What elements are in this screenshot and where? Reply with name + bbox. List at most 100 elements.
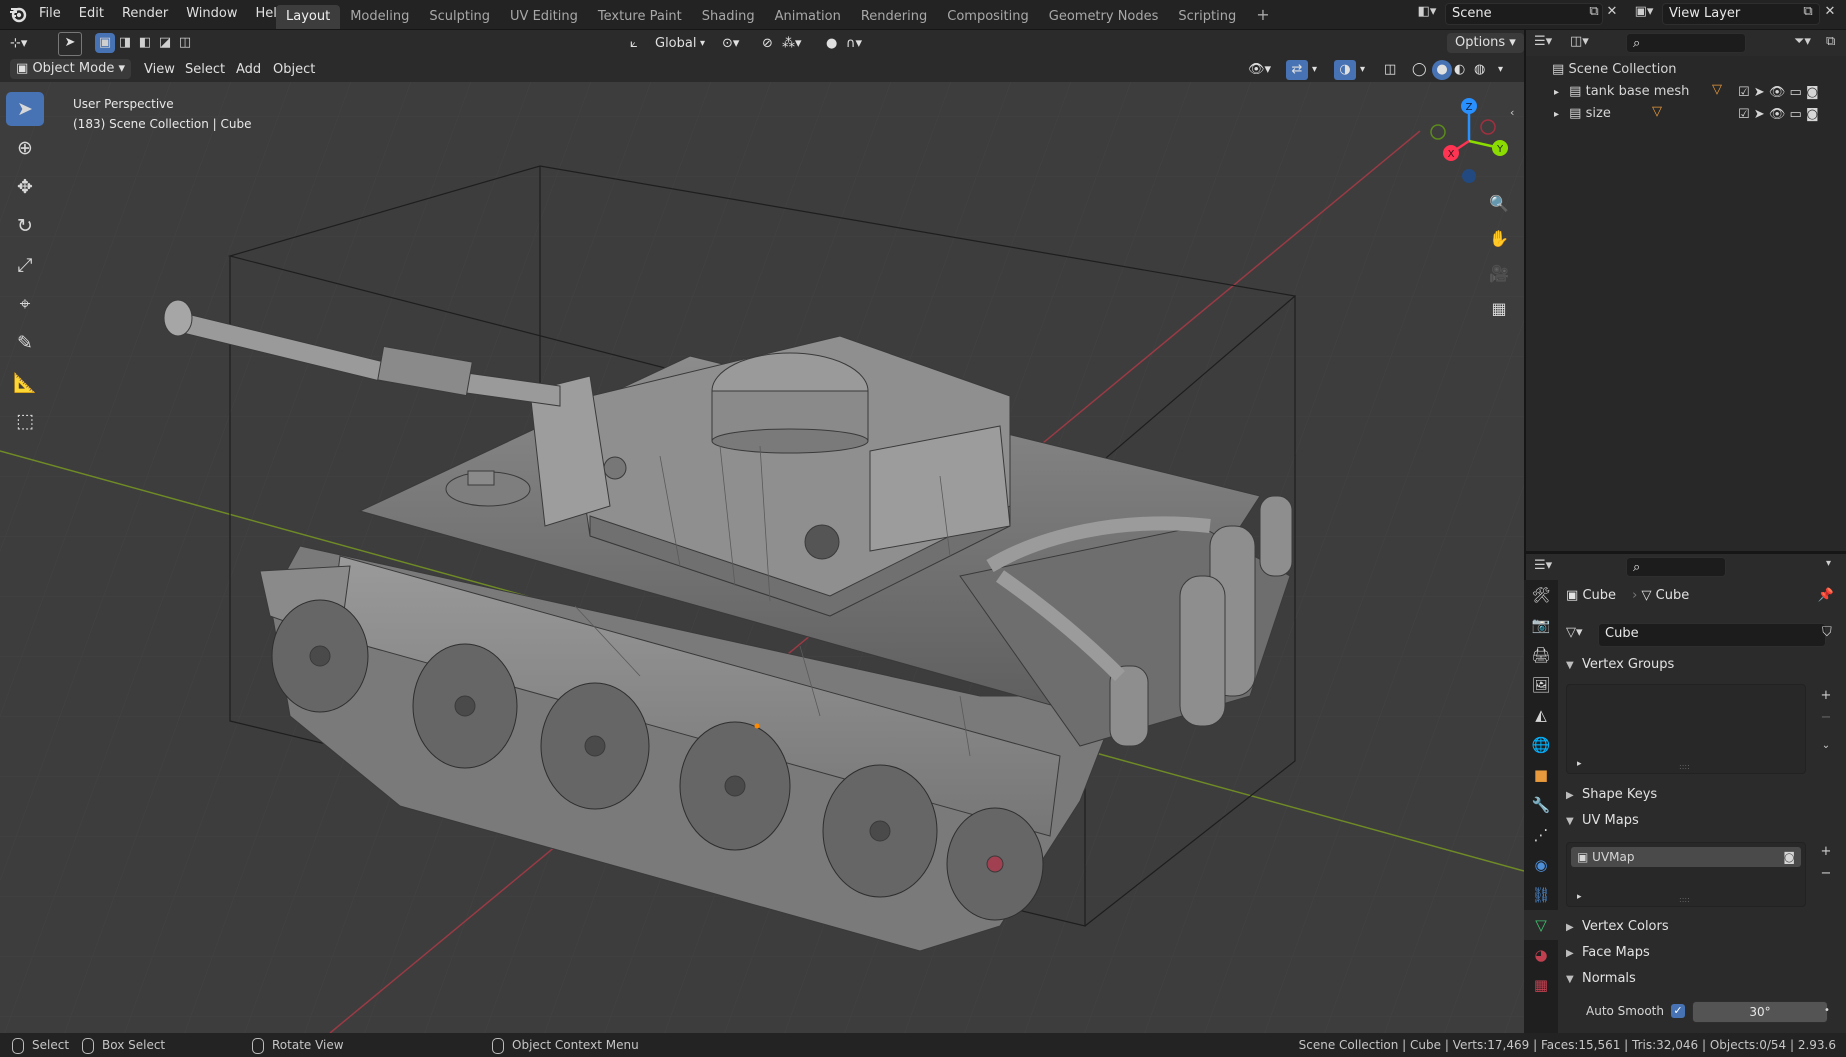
section-normals[interactable]: ▼ Normals [1566, 967, 1838, 992]
view-layer-selector[interactable]: View Layer [1662, 3, 1820, 25]
vertex-groups-list[interactable]: ▸ :::: [1566, 684, 1806, 774]
camera-view-icon[interactable]: 🎥 [1484, 258, 1514, 288]
fake-user-shield-icon[interactable]: ⛉ [1822, 625, 1832, 640]
texture-tab-icon[interactable]: ▦ [1524, 970, 1558, 1000]
measure-tool-icon[interactable]: 📐 [6, 365, 44, 399]
menu-render[interactable]: Render [113, 0, 177, 28]
menu-select[interactable]: Select [185, 60, 225, 80]
editor-type-icon[interactable]: ⊹▾ [10, 34, 27, 54]
display-mode-icon[interactable]: ◫▾ [1570, 34, 1589, 49]
select-invert-icon[interactable]: ◪ [155, 33, 175, 53]
auto-smooth-angle-field[interactable]: 30° [1692, 1001, 1828, 1023]
snap-target-icon[interactable]: ⁂▾ [782, 34, 802, 54]
delete-scene-icon[interactable]: ✕ [1604, 4, 1620, 19]
add-cube-tool-icon[interactable]: ⬚ [6, 404, 44, 438]
select-extend-icon[interactable]: ◨ [115, 33, 135, 53]
modifier-tab-icon[interactable]: 🔧 [1524, 790, 1558, 820]
scene-selector[interactable]: Scene [1445, 3, 1603, 25]
active-tool-icon[interactable]: ➤ [58, 32, 82, 56]
mesh-data-browse-icon[interactable]: ▽▾ [1566, 625, 1583, 640]
options-dropdown[interactable]: Options ▾ [1447, 33, 1524, 53]
tab-layout[interactable]: Layout [276, 5, 341, 29]
section-uv-maps[interactable]: ▼ UV Maps [1566, 809, 1838, 834]
visibility-icon[interactable]: 👁▾ [1248, 60, 1271, 80]
shading-dropdown-icon[interactable]: ▾ [1498, 60, 1503, 80]
material-tab-icon[interactable]: ◕ [1524, 940, 1558, 970]
output-tab-icon[interactable]: 🖨 [1524, 640, 1558, 670]
expand-arrow-icon[interactable]: ▸ [1554, 109, 1559, 120]
new-view-layer-icon[interactable]: ⧉ [1800, 4, 1816, 19]
pan-hand-icon[interactable]: ✋ [1484, 223, 1514, 253]
tab-modeling[interactable]: Modeling [340, 5, 419, 29]
tab-geometry-nodes[interactable]: Geometry Nodes [1039, 5, 1169, 29]
proportional-falloff-icon[interactable]: ∩▾ [846, 34, 862, 54]
sidebar-toggle-icon[interactable]: ‹ [1510, 106, 1514, 119]
mode-dropdown[interactable]: ▣ Object Mode ▾ [10, 59, 132, 79]
scene-icon[interactable]: ◧▾ [1413, 4, 1441, 24]
zoom-icon[interactable]: 🔍 [1484, 188, 1514, 218]
transform-orientation-icon[interactable]: ⟀ [630, 34, 638, 54]
active-render-camera-icon[interactable]: ◙ [1783, 847, 1795, 867]
view-layer-icon[interactable]: ▣▾ [1630, 4, 1658, 19]
solid-shading-icon[interactable]: ● [1432, 60, 1452, 80]
wireframe-shading-icon[interactable]: ◯ [1412, 60, 1427, 80]
cursor-tool-icon[interactable]: ⊕ [6, 131, 44, 165]
gizmo-dropdown-icon[interactable]: ▾ [1312, 60, 1317, 80]
section-vertex-groups[interactable]: ▼ Vertex Groups [1566, 653, 1838, 678]
menu-view[interactable]: View [144, 60, 175, 80]
menu-add[interactable]: Add [236, 60, 261, 80]
list-expand-icon[interactable]: ▸ [1577, 759, 1582, 769]
tab-uv-editing[interactable]: UV Editing [500, 5, 588, 29]
tab-sculpting[interactable]: Sculpting [419, 5, 500, 29]
select-new-icon[interactable]: ▣ [95, 33, 115, 53]
render-tab-icon[interactable]: 📷 [1524, 610, 1558, 640]
outliner-editor-type-icon[interactable]: ☰▾ [1534, 34, 1552, 49]
overlays-toggle-icon[interactable]: ◑ [1334, 60, 1356, 80]
3d-viewport[interactable]: User Perspective (183) Scene Collection … [0, 56, 1524, 1033]
world-tab-icon[interactable]: 🌐 [1524, 730, 1558, 760]
transform-tool-icon[interactable]: ⌖ [6, 287, 44, 321]
snap-toggle-icon[interactable]: ⊘ [762, 34, 773, 54]
delete-view-layer-icon[interactable]: ✕ [1822, 4, 1838, 19]
new-collection-icon[interactable]: ⧉ [1826, 34, 1835, 49]
exclude-checkbox[interactable]: ☑ [1738, 107, 1750, 122]
camera-icon[interactable]: ◙ [1806, 85, 1819, 100]
add-workspace-button[interactable]: + [1246, 3, 1279, 27]
section-vertex-colors[interactable]: ▶ Vertex Colors [1566, 915, 1838, 940]
rendered-shading-icon[interactable]: ◍ [1474, 60, 1485, 80]
navigation-gizmo[interactable]: Z Y X [1424, 96, 1514, 186]
tab-animation[interactable]: Animation [765, 5, 851, 29]
xray-toggle-icon[interactable]: ◫ [1384, 60, 1396, 80]
blender-logo-icon[interactable] [8, 4, 28, 24]
rotate-tool-icon[interactable]: ↻ [6, 209, 44, 243]
tab-compositing[interactable]: Compositing [937, 5, 1039, 29]
select-arrow-icon[interactable]: ➤ [1754, 85, 1765, 100]
remove-vertex-group-button[interactable]: − [1816, 710, 1836, 725]
section-shape-keys[interactable]: ▶ Shape Keys [1566, 783, 1838, 808]
section-face-maps[interactable]: ▶ Face Maps [1566, 941, 1838, 966]
eye-icon[interactable]: 👁 [1769, 85, 1786, 100]
ortho-grid-icon[interactable]: ▦ [1484, 293, 1514, 323]
list-expand-icon[interactable]: ▸ [1577, 892, 1582, 902]
mesh-data-tab-icon[interactable]: ▽ [1524, 910, 1558, 940]
material-shading-icon[interactable]: ◐ [1454, 60, 1465, 80]
list-resize-grip-icon[interactable]: :::: [1679, 895, 1690, 904]
tab-shading[interactable]: Shading [692, 5, 765, 29]
select-box-tool-icon[interactable]: ➤ [6, 92, 44, 126]
outliner-row-scene-collection[interactable]: ▤ Scene Collection [1552, 60, 1842, 80]
constraints-tab-icon[interactable]: ⛓ [1524, 880, 1558, 910]
pivot-point-icon[interactable]: ⊙▾ [722, 34, 739, 54]
select-arrow-icon[interactable]: ➤ [1754, 107, 1765, 122]
pin-icon[interactable]: 📌 [1818, 584, 1834, 608]
eye-icon[interactable]: 👁 [1769, 107, 1786, 122]
tab-rendering[interactable]: Rendering [851, 5, 937, 29]
tool-tab-icon[interactable]: 🛠 [1524, 580, 1558, 610]
add-uv-map-button[interactable]: + [1816, 844, 1836, 859]
scene-tab-icon[interactable]: ◭ [1524, 700, 1558, 730]
monitor-icon[interactable]: ▭ [1790, 85, 1802, 100]
select-subtract-icon[interactable]: ◧ [135, 33, 155, 53]
overlays-dropdown-icon[interactable]: ▾ [1360, 60, 1365, 80]
tab-scripting[interactable]: Scripting [1168, 5, 1246, 29]
menu-object[interactable]: Object [273, 60, 315, 80]
gizmo-toggle-icon[interactable]: ⇄ [1286, 60, 1308, 80]
